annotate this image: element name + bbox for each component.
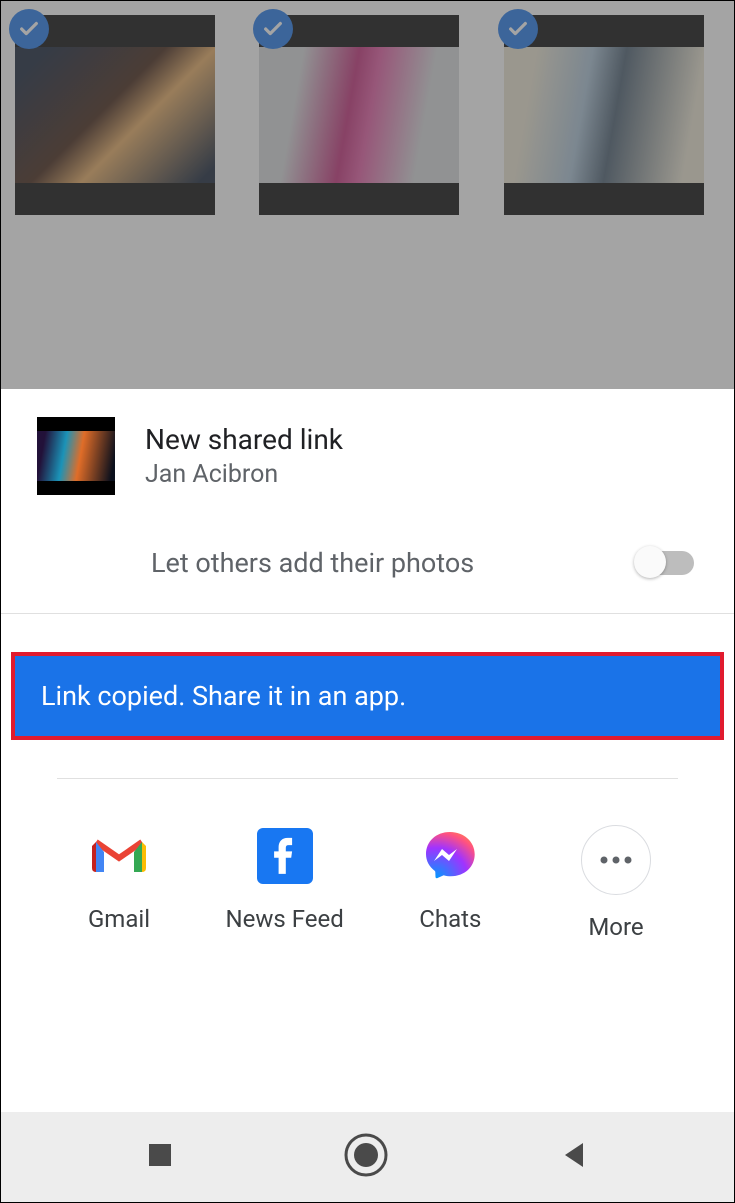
share-header-text: New shared link Jan Acibron <box>145 423 343 489</box>
let-others-row: Let others add their photos <box>1 513 734 613</box>
let-others-toggle[interactable] <box>636 551 694 575</box>
gmail-icon <box>88 825 150 887</box>
android-nav-bar <box>1 1112 734 1202</box>
share-app-label: Gmail <box>88 905 150 933</box>
let-others-label: Let others add their photos <box>151 547 474 579</box>
share-app-label: News Feed <box>226 905 344 933</box>
facebook-icon <box>254 825 316 887</box>
share-app-gmail[interactable]: Gmail <box>49 825 189 933</box>
more-icon <box>581 825 651 895</box>
nav-home-button[interactable] <box>343 1132 389 1182</box>
messenger-icon <box>419 825 481 887</box>
share-thumbnail <box>37 417 115 495</box>
link-copied-banner: Link copied. Share it in an app. <box>11 652 724 740</box>
share-app-label: More <box>588 913 643 941</box>
share-subtitle: Jan Acibron <box>145 460 343 489</box>
share-app-more[interactable]: More <box>546 825 686 941</box>
share-title: New shared link <box>145 423 343 456</box>
share-sheet: New shared link Jan Acibron Let others a… <box>1 389 734 1202</box>
banner-wrap: Link copied. Share it in an app. <box>1 614 734 778</box>
nav-back-button[interactable] <box>559 1140 589 1174</box>
share-header: New shared link Jan Acibron <box>1 389 734 513</box>
share-apps-row: Gmail News Feed <box>1 779 734 971</box>
nav-recents-button[interactable] <box>146 1141 174 1173</box>
share-app-label: Chats <box>419 905 481 933</box>
share-app-facebook[interactable]: News Feed <box>215 825 355 933</box>
share-app-messenger[interactable]: Chats <box>380 825 520 933</box>
